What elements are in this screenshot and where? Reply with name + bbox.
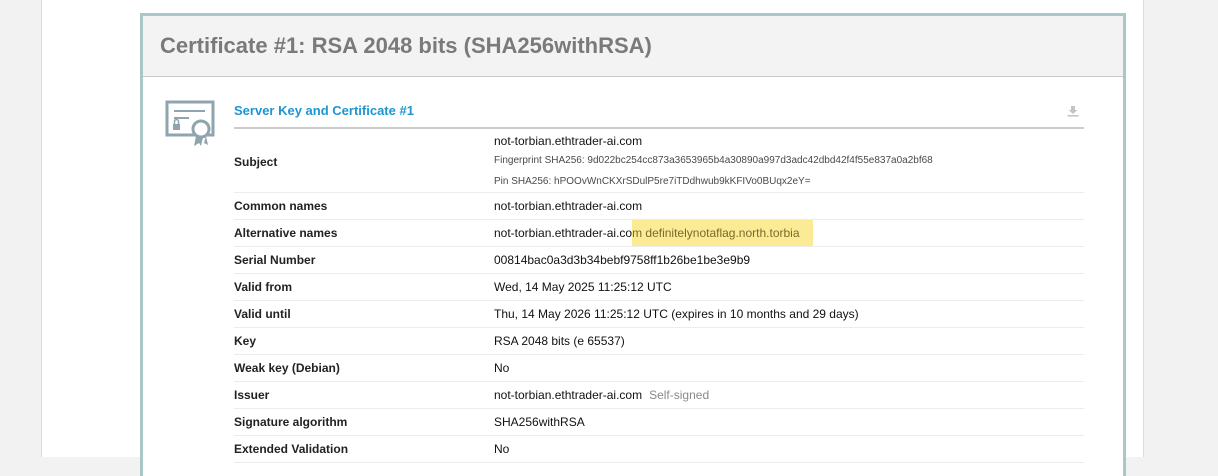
extended-validation-label: Extended Validation [234,435,494,463]
report-title: Certificate #1: RSA 2048 bits (SHA256wit… [160,33,652,58]
table-row: Serial Number 00814bac0a3d3b34bebf9758ff… [234,246,1084,274]
fingerprint-sha256: Fingerprint SHA256: 9d022bc254cc873a3653… [494,154,933,166]
table-row: Weak key (Debian) No [234,354,1084,382]
weak-key-value: No [494,354,1084,382]
valid-until-value: Thu, 14 May 2026 11:25:12 UTC (expires i… [494,300,1084,328]
key-label: Key [234,327,494,355]
subject-label: Subject [234,131,494,193]
weak-key-label: Weak key (Debian) [234,354,494,382]
alternative-names-value: not-torbian.ethtrader-ai.co [494,226,633,240]
section-header: Server Key and Certificate #1 [234,94,1084,129]
self-signed-note: Self-signed [649,388,710,402]
signature-algorithm-label: Signature algorithm [234,408,494,436]
section-title: Server Key and Certificate #1 [234,103,414,118]
serial-number-label: Serial Number [234,246,494,274]
subject-value: not-torbian.ethtrader-ai.com [494,133,643,148]
common-names-label: Common names [234,192,494,220]
alternative-names-label: Alternative names [234,219,494,247]
server-key-section: Server Key and Certificate #1 Subject no… [234,94,1084,463]
certificate-report: Certificate #1: RSA 2048 bits (SHA256wit… [140,13,1126,476]
serial-number-value: 00814bac0a3d3b34bebf9758ff1b26be1be3e9b9 [494,246,1084,274]
table-row: Valid from Wed, 14 May 2025 11:25:12 UTC [234,273,1084,301]
table-row: Common names not-torbian.ethtrader-ai.co… [234,192,1084,220]
key-value: RSA 2048 bits (e 65537) [494,327,1084,355]
extended-validation-value: No [494,435,1084,463]
certificate-properties-table: Subject not-torbian.ethtrader-ai.com Fin… [234,131,1084,463]
download-icon[interactable] [1066,104,1080,118]
table-row: Issuer not-torbian.ethtrader-ai.com Self-… [234,381,1084,409]
issuer-value: not-torbian.ethtrader-ai.com [494,388,643,402]
table-row: Key RSA 2048 bits (e 65537) [234,327,1084,355]
highlighted-alt-name: m definitelynotaflag.north.torbia [632,220,813,246]
report-header: Certificate #1: RSA 2048 bits (SHA256wit… [143,16,1123,77]
valid-from-value: Wed, 14 May 2025 11:25:12 UTC [494,273,1084,301]
table-row: Subject not-torbian.ethtrader-ai.com Fin… [234,131,1084,193]
page: Certificate #1: RSA 2048 bits (SHA256wit… [41,0,1144,476]
pin-sha256: Pin SHA256: hPOOvWnCKXrSDulP5re7iTDdhwub… [494,175,811,187]
subject-value-cell: not-torbian.ethtrader-ai.com Fingerprint… [494,131,1084,193]
table-row: Extended Validation No [234,435,1084,463]
common-names-value: not-torbian.ethtrader-ai.com [494,192,1084,220]
table-row: Alternative names not-torbian.ethtrader-… [234,219,1084,247]
issuer-cell: not-torbian.ethtrader-ai.com Self-signed [494,381,1084,409]
valid-from-label: Valid from [234,273,494,301]
table-row: Signature algorithm SHA256withRSA [234,408,1084,436]
alternative-names-cell: not-torbian.ethtrader-ai.com definitelyn… [494,219,1084,247]
issuer-label: Issuer [234,381,494,409]
table-row: Valid until Thu, 14 May 2026 11:25:12 UT… [234,300,1084,328]
certificate-icon [165,100,215,146]
signature-algorithm-value: SHA256withRSA [494,408,1084,436]
valid-until-label: Valid until [234,300,494,328]
